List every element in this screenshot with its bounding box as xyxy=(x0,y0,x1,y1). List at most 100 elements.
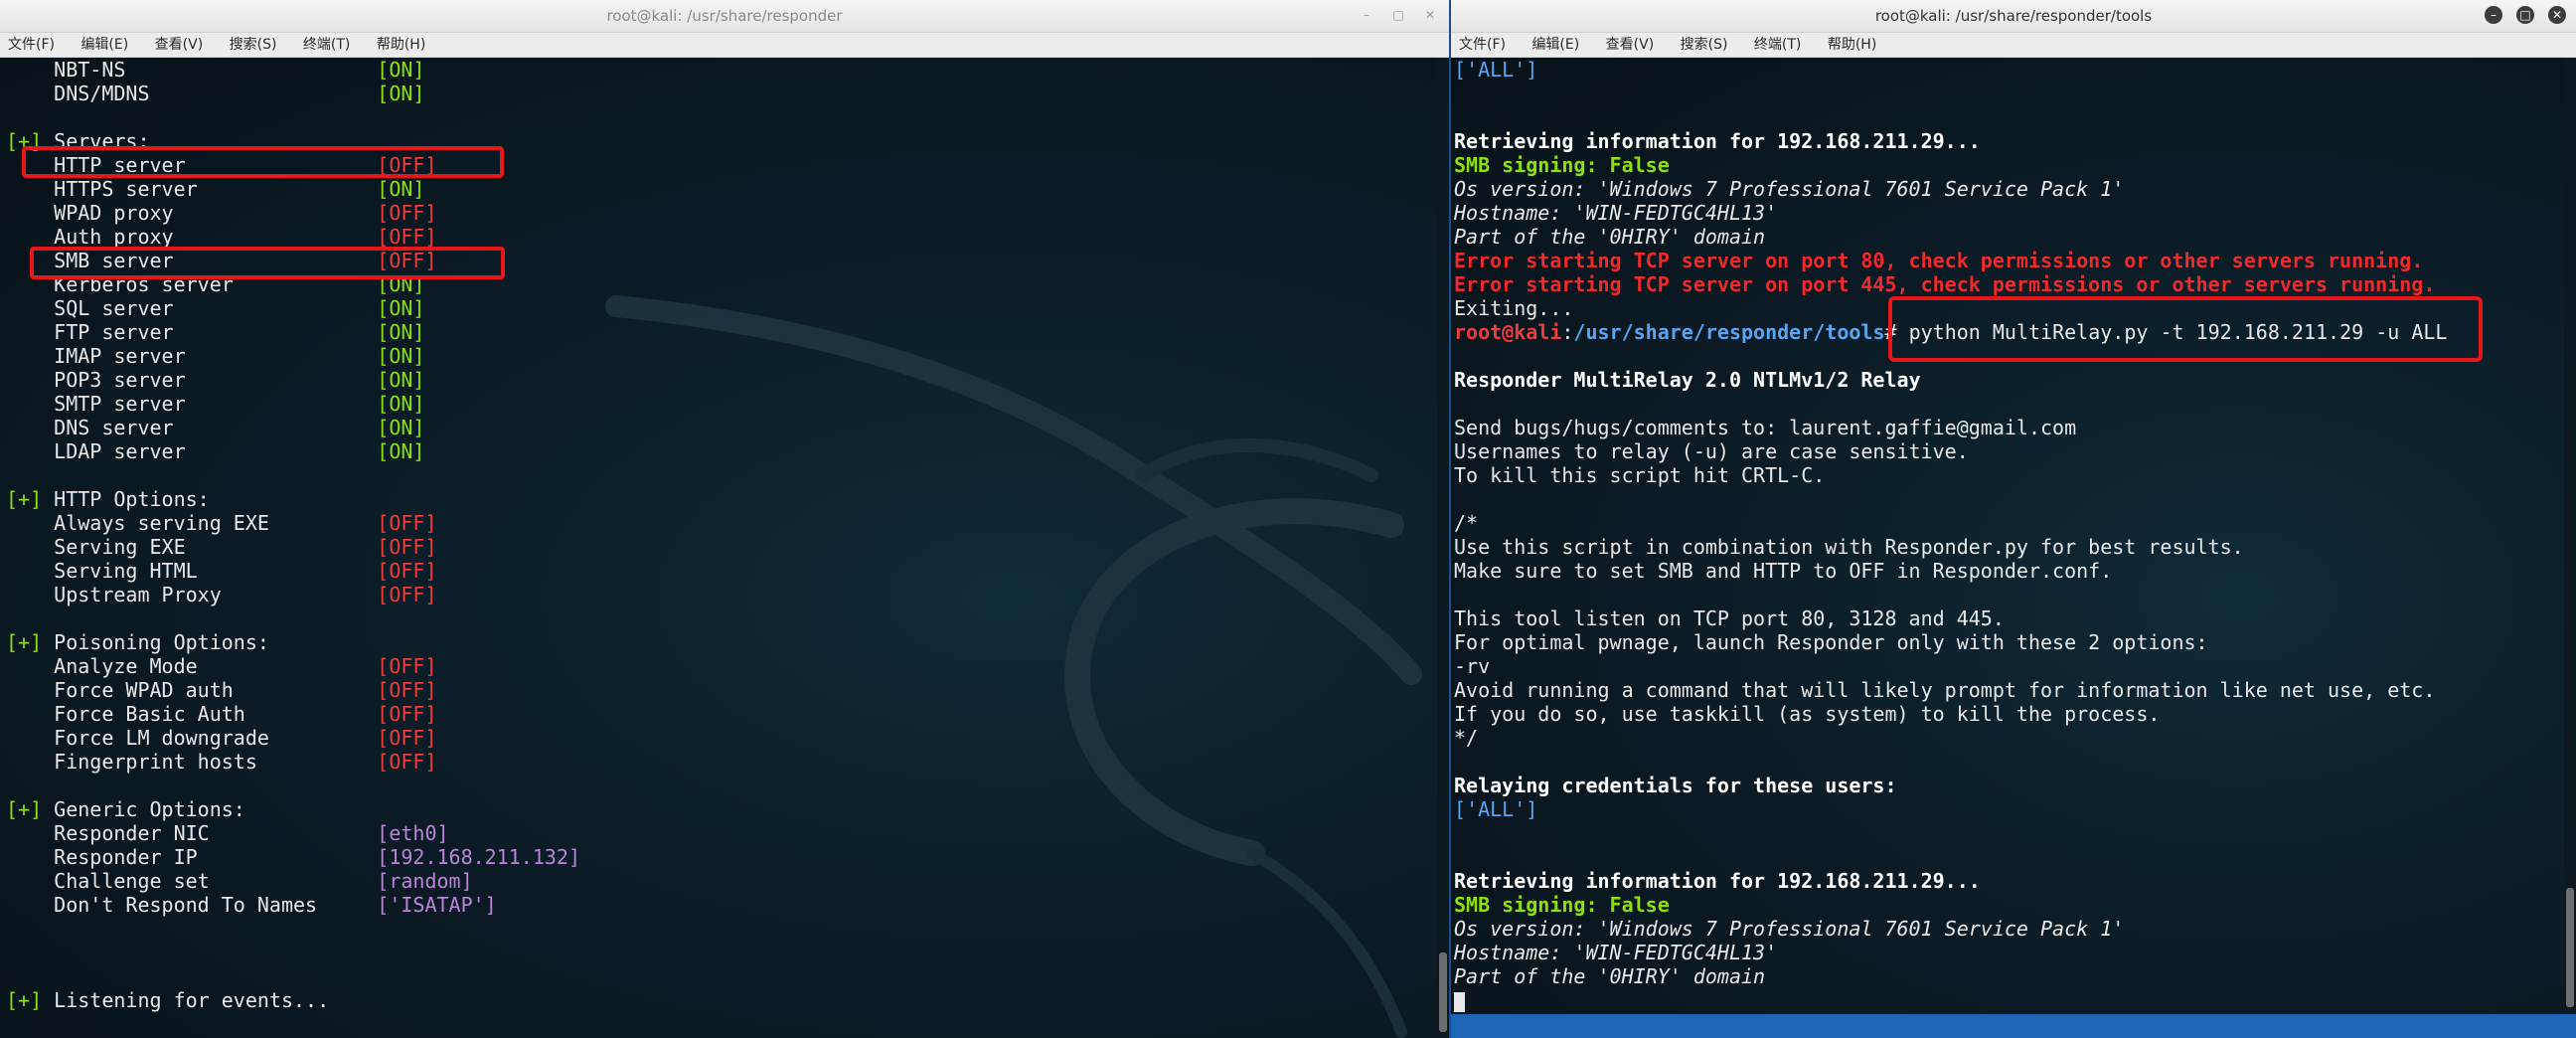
close-icon[interactable]: ✕ xyxy=(2548,6,2566,24)
terminal-output[interactable]: ['ALL'] Retrieving information for 192.16… xyxy=(1451,58,2576,1038)
scrollbar[interactable] xyxy=(1437,58,1449,1038)
terminal-line: To kill this script hit CRTL-C. xyxy=(1454,463,2554,487)
menu-help[interactable]: 帮助(H) xyxy=(1828,37,1876,53)
maximize-icon[interactable]: □ xyxy=(2516,6,2534,24)
terminal-line: For optimal pwnage, launch Responder onl… xyxy=(1454,630,2554,654)
terminal-line: Hostname: 'WIN-FEDTGC4HL13' xyxy=(1454,201,2554,225)
terminal-line: FTP server [ON] xyxy=(6,320,1427,344)
terminal-line: Retrieving information for 192.168.211.2… xyxy=(1454,869,2554,893)
option-status: [OFF] xyxy=(377,559,437,583)
terminal-line: Exiting... xyxy=(1454,296,2554,320)
terminal-line: Os version: 'Windows 7 Professional 7601… xyxy=(1454,917,2554,941)
option-status: [ON] xyxy=(377,296,425,320)
option-status: [eth0] xyxy=(377,821,449,845)
terminal-line: Serving EXE [OFF] xyxy=(6,535,1427,559)
menu-terminal[interactable]: 终端(T) xyxy=(303,37,350,53)
section-heading: Listening for events... xyxy=(42,988,330,1012)
option-label: Serving EXE xyxy=(6,535,378,559)
section-marker: [+] xyxy=(6,630,43,654)
minimize-icon[interactable]: – xyxy=(1358,6,1375,24)
option-status: [OFF] xyxy=(377,511,437,535)
terminal-line: */ xyxy=(1454,726,2554,750)
prompt-symbol: # xyxy=(1884,320,1909,344)
option-label: LDAP server xyxy=(6,439,378,463)
menu-help[interactable]: 帮助(H) xyxy=(377,37,425,53)
menu-terminal[interactable]: 终端(T) xyxy=(1754,37,1801,53)
option-status: [ON] xyxy=(377,82,425,105)
menu-file[interactable]: 文件(F) xyxy=(1459,37,1506,53)
terminal-window-responder[interactable]: root@kali: /usr/share/responder – □ ✕ 文件… xyxy=(0,0,1449,1038)
terminal-line: [+] HTTP Options: xyxy=(6,487,1427,511)
window-titlebar[interactable]: root@kali: /usr/share/responder/tools – … xyxy=(1451,0,2576,33)
terminal-line: [+] Generic Options: xyxy=(6,797,1427,821)
scrollbar-thumb[interactable] xyxy=(2566,888,2574,1007)
output-text: /* xyxy=(1454,511,1479,535)
option-label: DNS/MDNS xyxy=(6,82,378,105)
option-status: [OFF] xyxy=(377,225,437,249)
terminal-window-tools[interactable]: root@kali: /usr/share/responder/tools – … xyxy=(1451,0,2576,1038)
option-status: [OFF] xyxy=(377,726,437,750)
maximize-icon[interactable]: □ xyxy=(1389,6,1407,24)
terminal-line: Force LM downgrade [OFF] xyxy=(6,726,1427,750)
option-status: [OFF] xyxy=(377,583,437,606)
output-text: If you do so, use taskkill (as system) t… xyxy=(1454,702,2161,726)
option-label: Serving HTML xyxy=(6,559,378,583)
desktop-background-strip xyxy=(1451,1014,2576,1038)
output-text: -rv xyxy=(1454,654,1491,678)
option-label: SQL server xyxy=(6,296,378,320)
option-status: [random] xyxy=(377,869,473,893)
terminal-line: Hostname: 'WIN-FEDTGC4HL13' xyxy=(1454,941,2554,964)
menu-bar: 文件(F) 编辑(E) 查看(V) 搜索(S) 终端(T) 帮助(H) xyxy=(0,33,1449,58)
menu-edit[interactable]: 编辑(E) xyxy=(80,37,128,53)
terminal-line: Make sure to set SMB and HTTP to OFF in … xyxy=(1454,559,2554,583)
terminal-line: Force Basic Auth [OFF] xyxy=(6,702,1427,726)
terminal-output[interactable]: NBT-NS [ON] DNS/MDNS [ON] [+] Servers: HT… xyxy=(0,58,1449,1038)
close-icon[interactable]: ✕ xyxy=(1421,6,1439,24)
terminal-line: SMB server [OFF] xyxy=(6,249,1427,272)
terminal-line: Use this script in combination with Resp… xyxy=(1454,535,2554,559)
terminal-line: Don't Respond To Names ['ISATAP'] xyxy=(6,893,1427,917)
scrollbar[interactable] xyxy=(2564,58,2576,1038)
terminal-lines: ['ALL'] Retrieving information for 192.16… xyxy=(1454,58,2554,1012)
menu-search[interactable]: 搜索(S) xyxy=(230,37,277,53)
terminal-line: Auth proxy [OFF] xyxy=(6,225,1427,249)
output-text: SMB signing: False xyxy=(1454,893,1670,917)
minimize-icon[interactable]: – xyxy=(2485,6,2502,24)
output-text: ['ALL'] xyxy=(1454,797,1538,821)
terminal-line: SMB signing: False xyxy=(1454,893,2554,917)
menu-edit[interactable]: 编辑(E) xyxy=(1531,37,1579,53)
menu-view[interactable]: 查看(V) xyxy=(1606,37,1655,53)
menu-search[interactable]: 搜索(S) xyxy=(1681,37,1728,53)
scrollbar-thumb[interactable] xyxy=(1439,952,1447,1032)
window-title: root@kali: /usr/share/responder/tools xyxy=(1874,7,2153,25)
terminal-line: /* xyxy=(1454,511,2554,535)
output-text: ['ALL'] xyxy=(1454,58,1538,82)
option-label: Don't Respond To Names xyxy=(6,893,378,917)
terminal-line: Relaying credentials for these users: xyxy=(1454,774,2554,797)
output-text: Send bugs/hugs/comments to: laurent.gaff… xyxy=(1454,416,2077,439)
option-label: Upstream Proxy xyxy=(6,583,378,606)
option-status: ['ISATAP'] xyxy=(377,893,497,917)
output-text: Use this script in combination with Resp… xyxy=(1454,535,2244,559)
menu-file[interactable]: 文件(F) xyxy=(8,37,55,53)
terminal-line: DNS server [ON] xyxy=(6,416,1427,439)
terminal-line: LDAP server [ON] xyxy=(6,439,1427,463)
terminal-line: Error starting TCP server on port 80, ch… xyxy=(1454,249,2554,272)
option-status: [ON] xyxy=(377,177,425,201)
terminal-line: WPAD proxy [OFF] xyxy=(6,201,1427,225)
window-titlebar[interactable]: root@kali: /usr/share/responder – □ ✕ xyxy=(0,0,1449,33)
output-text: Retrieving information for 192.168.211.2… xyxy=(1454,869,1981,893)
terminal-line: [+] Servers: xyxy=(6,129,1427,153)
option-label: FTP server xyxy=(6,320,378,344)
option-status: [ON] xyxy=(377,58,425,82)
option-status: [OFF] xyxy=(377,750,437,774)
terminal-line: Always serving EXE [OFF] xyxy=(6,511,1427,535)
menu-view[interactable]: 查看(V) xyxy=(155,37,204,53)
terminal-line: Avoid running a command that will likely… xyxy=(1454,678,2554,702)
output-text: Retrieving information for 192.168.211.2… xyxy=(1454,129,1981,153)
